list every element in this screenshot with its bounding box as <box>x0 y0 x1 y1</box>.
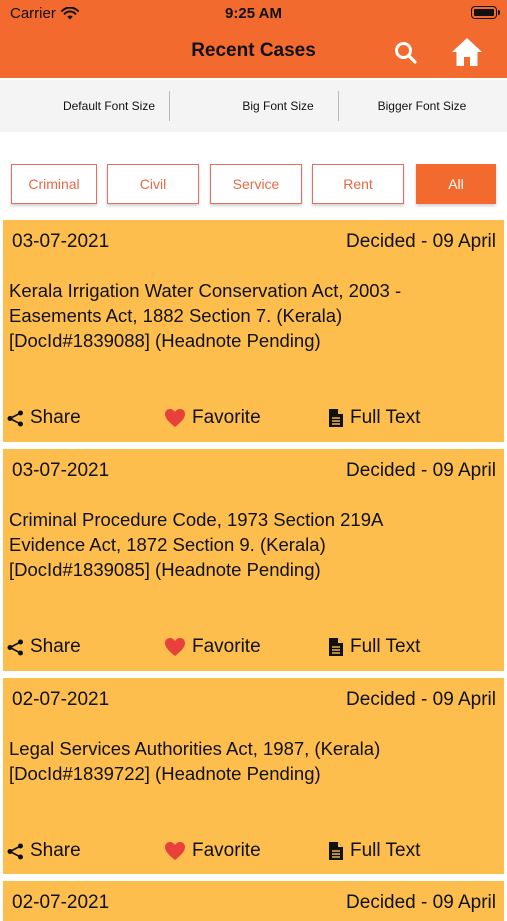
page-title: Recent Cases <box>191 40 316 61</box>
document-icon <box>329 638 343 656</box>
case-actions: Share Favorite Full Text <box>3 840 504 866</box>
favorite-label: Favorite <box>192 407 261 428</box>
case-title-line: [DocId#1839085] (Headnote Pending) <box>9 559 321 580</box>
status-time: 9:25 AM <box>225 5 282 22</box>
share-icon <box>7 639 23 655</box>
category-filters: Criminal Civil Service Rent All <box>0 164 507 206</box>
share-label: Share <box>30 407 81 428</box>
share-button[interactable]: Share <box>7 407 81 429</box>
full-text-label: Full Text <box>350 636 421 657</box>
case-actions: Share Favorite Full Text <box>3 407 504 433</box>
filter-civil[interactable]: Civil <box>107 164 199 204</box>
heart-icon <box>165 409 185 427</box>
big-font-size-option[interactable]: Big Font Size <box>220 80 336 132</box>
case-title: Criminal Procedure Code, 1973 Section 21… <box>9 507 494 582</box>
case-actions: Share Favorite Full Text <box>3 636 504 662</box>
filter-service[interactable]: Service <box>210 164 302 204</box>
status-bar: Carrier 9:25 AM <box>0 0 507 28</box>
case-date: 03-07-2021 <box>12 231 110 252</box>
home-button[interactable] <box>450 36 484 68</box>
document-icon <box>329 409 343 427</box>
share-label: Share <box>30 636 81 657</box>
search-button[interactable] <box>393 40 419 66</box>
share-icon <box>7 843 23 859</box>
divider <box>169 91 170 121</box>
case-date: 02-07-2021 <box>12 689 110 710</box>
bigger-font-size-option[interactable]: Bigger Font Size <box>366 80 478 132</box>
case-status: Decided - 09 April <box>346 231 496 252</box>
search-icon <box>395 42 417 64</box>
font-size-bar: Default Font Size Big Font Size Bigger F… <box>0 80 507 132</box>
share-icon <box>7 410 23 426</box>
full-text-button[interactable]: Full Text <box>328 840 420 862</box>
top-bar: Carrier 9:25 AM Recent Cases <box>0 0 507 78</box>
case-title-line: [DocId#1839088] (Headnote Pending) <box>9 330 321 351</box>
case-title-line: [DocId#1839722] (Headnote Pending) <box>9 763 321 784</box>
case-title: Legal Services Authorities Act, 1987, (K… <box>9 736 494 786</box>
case-title-line: Legal Services Authorities Act, 1987, (K… <box>9 738 381 759</box>
case-title-line: Easements Act, 1882 Section 7. (Kerala) <box>9 305 343 326</box>
case-status: Decided - 09 April <box>346 689 496 710</box>
full-text-label: Full Text <box>350 840 421 861</box>
favorite-button[interactable]: Favorite <box>164 840 261 862</box>
case-date: 02-07-2021 <box>12 892 110 913</box>
share-button[interactable]: Share <box>7 840 81 862</box>
case-title: Kerala Irrigation Water Conservation Act… <box>9 278 494 353</box>
case-status: Decided - 09 April <box>346 892 496 913</box>
document-icon <box>329 842 343 860</box>
case-title-line: Evidence Act, 1872 Section 9. (Kerala) <box>9 534 326 555</box>
favorite-label: Favorite <box>192 636 261 657</box>
default-font-size-option[interactable]: Default Font Size <box>50 80 168 132</box>
filter-criminal[interactable]: Criminal <box>11 164 97 204</box>
home-icon <box>452 38 482 66</box>
full-text-button[interactable]: Full Text <box>328 636 420 658</box>
case-date: 03-07-2021 <box>12 460 110 481</box>
case-card[interactable]: 03-07-2021 Decided - 09 April Criminal P… <box>3 449 504 671</box>
case-card[interactable]: 03-07-2021 Decided - 09 April Kerala Irr… <box>3 220 504 442</box>
favorite-button[interactable]: Favorite <box>164 636 261 658</box>
battery-icon <box>471 6 500 19</box>
favorite-button[interactable]: Favorite <box>164 407 261 429</box>
share-button[interactable]: Share <box>7 636 81 658</box>
heart-icon <box>165 842 185 860</box>
favorite-label: Favorite <box>192 840 261 861</box>
case-card[interactable]: 02-07-2021 Decided - 09 April <box>3 881 504 921</box>
case-title-line: Kerala Irrigation Water Conservation Act… <box>9 280 402 301</box>
filter-all[interactable]: All <box>416 164 496 204</box>
share-label: Share <box>30 840 81 861</box>
filter-rent[interactable]: Rent <box>312 164 404 204</box>
case-title-line: Criminal Procedure Code, 1973 Section 21… <box>9 509 384 530</box>
full-text-label: Full Text <box>350 407 421 428</box>
full-text-button[interactable]: Full Text <box>328 407 420 429</box>
divider <box>338 91 339 121</box>
heart-icon <box>165 638 185 656</box>
case-card[interactable]: 02-07-2021 Decided - 09 April Legal Serv… <box>3 678 504 874</box>
case-status: Decided - 09 April <box>346 460 496 481</box>
